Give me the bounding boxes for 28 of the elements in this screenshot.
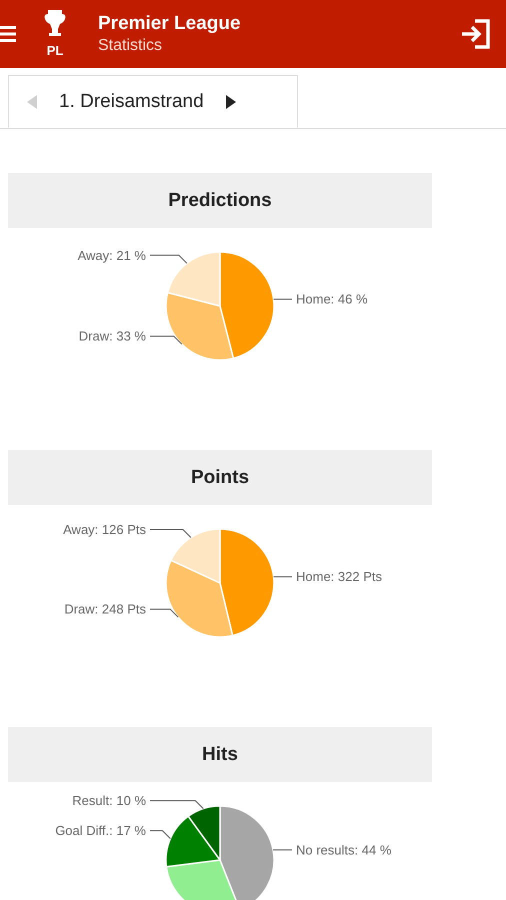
logo-text: PL — [46, 44, 64, 58]
leader-line — [150, 529, 192, 538]
slice-label: Home: 322 Pts — [296, 569, 382, 584]
slice-label: Draw: 33 % — [78, 328, 146, 344]
menu-icon[interactable] — [0, 24, 16, 44]
section-header: Predictions — [8, 173, 432, 228]
slice-label: Away: 21 % — [78, 248, 146, 263]
slice-label: No results: 44 % — [296, 842, 392, 858]
leader-line — [150, 336, 182, 345]
slice-label: Result: 10 % — [72, 793, 146, 808]
leader-line — [272, 849, 292, 850]
slice-label: Away: 126 Pts — [63, 522, 146, 537]
slice-label: Home: 46 % — [296, 292, 368, 307]
section-header: Hits — [8, 727, 432, 782]
slice-label: Goal Diff.: 17 % — [55, 823, 146, 838]
leader-line — [150, 830, 171, 840]
leader-line — [150, 608, 179, 618]
leader-line — [273, 576, 292, 578]
app-subtitle: Statistics — [98, 37, 164, 55]
slice-label: Draw: 248 Pts — [64, 602, 146, 617]
app-title: Premier League — [98, 13, 242, 35]
leader-line — [150, 800, 204, 810]
leader-line — [273, 298, 292, 300]
section-header: Points — [8, 450, 432, 505]
leader-line — [150, 254, 188, 264]
next-arrow-icon[interactable] — [224, 94, 238, 110]
team-name: 1. Dreisamstrand — [59, 90, 204, 112]
login-icon[interactable] — [460, 19, 492, 49]
